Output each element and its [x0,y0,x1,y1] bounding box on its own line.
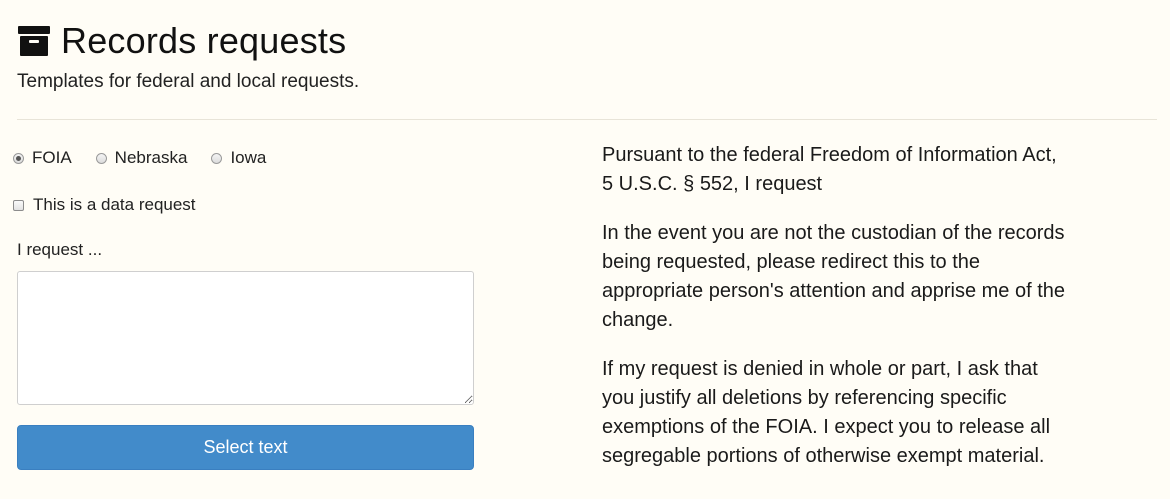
data-request-option[interactable]: This is a data request [13,195,196,215]
archive-box-icon [17,24,51,58]
radio-button-foia[interactable] [13,152,24,164]
page-header: Records requests [17,16,346,66]
title-row: Records requests [17,16,346,66]
letter-paragraph: If my request is denied in whole or part… [602,358,1051,467]
records-requests-page: Records requests Templates for federal a… [0,0,1170,499]
jurisdiction-radio-group: FOIA Nebraska Iowa [13,148,290,168]
radio-option-nebraska[interactable]: Nebraska [95,148,188,168]
radio-button-iowa[interactable] [211,152,223,164]
select-text-button[interactable]: Select text [17,425,474,470]
page-title: Records requests [61,20,347,61]
radio-label-iowa: Iowa [230,148,267,167]
data-request-checkbox[interactable] [13,199,24,211]
request-field-label: I request ... [17,240,103,259]
radio-option-foia[interactable]: FOIA [13,148,72,168]
letter-paragraph: In the event you are not the custodian o… [602,222,1066,331]
page-subtitle: Templates for federal and local requests… [17,71,360,92]
header-divider [17,119,1157,120]
radio-label-foia: FOIA [32,148,72,167]
data-request-label: This is a data request [33,195,196,214]
letter-paragraph: Pursuant to the federal Freedom of Infor… [602,144,1057,195]
request-textarea[interactable] [17,271,474,405]
radio-option-iowa[interactable]: Iowa [211,148,266,168]
radio-label-nebraska: Nebraska [114,148,188,167]
radio-button-nebraska[interactable] [95,152,107,164]
letter-preview: Pursuant to the federal Freedom of Infor… [602,141,1072,491]
